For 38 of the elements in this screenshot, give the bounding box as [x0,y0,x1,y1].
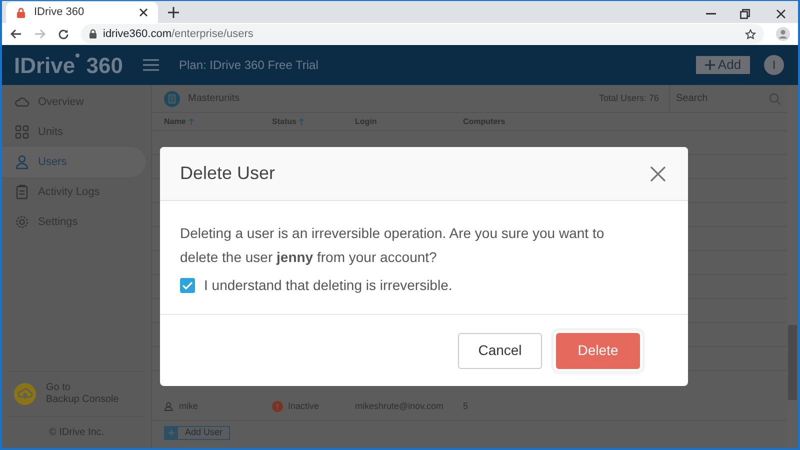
clipboard-icon [14,184,30,200]
logo: IDrive 360 [14,52,124,80]
profile-icon[interactable] [776,27,790,41]
settings-icon [14,214,30,230]
avatar[interactable]: I [764,55,784,75]
reload-icon[interactable] [58,28,69,40]
warning-icon [272,401,283,412]
add-button[interactable]: Add [696,56,750,74]
star-icon[interactable] [745,28,756,40]
minimize-icon[interactable] [706,13,716,15]
dialog-message: Deleting a user is an irreversible operation. Are you sure you want to delete the user jenny from your account? [180,224,606,267]
plus-icon [165,427,178,439]
sidebar-item[interactable]: Users [2,147,146,177]
plus-icon [704,60,715,70]
close-icon[interactable] [776,9,786,19]
browser-tab[interactable]: IDrive 360 [6,2,158,23]
checkbox-label: I understand that deleting is irreversible. [204,276,452,295]
checkbox[interactable] [180,278,195,293]
address-bar[interactable]: idrive360.com/enterprise/users [81,24,764,44]
menu-icon[interactable] [143,59,159,71]
cancel-button[interactable]: Cancel [458,332,542,368]
url-text: idrive360.com/enterprise/users [103,26,254,42]
grid-icon [14,124,30,140]
lock-icon [16,6,26,18]
dialog-title: Delete User [180,162,276,185]
restore-icon[interactable] [740,9,750,19]
close-icon[interactable] [139,8,148,17]
building-icon [164,90,180,106]
back-icon[interactable] [10,29,22,39]
user-icon [14,154,30,170]
plan-label: Plan: IDrive 360 Free Trial [179,57,318,74]
user-icon [164,402,173,411]
lock-icon [89,29,97,39]
delete-button[interactable]: Delete [556,332,640,368]
tab-title: IDrive 360 [34,5,86,20]
search-icon [769,92,781,104]
add-user-button[interactable]: Add User [164,426,230,440]
new-tab-icon[interactable] [168,7,179,18]
